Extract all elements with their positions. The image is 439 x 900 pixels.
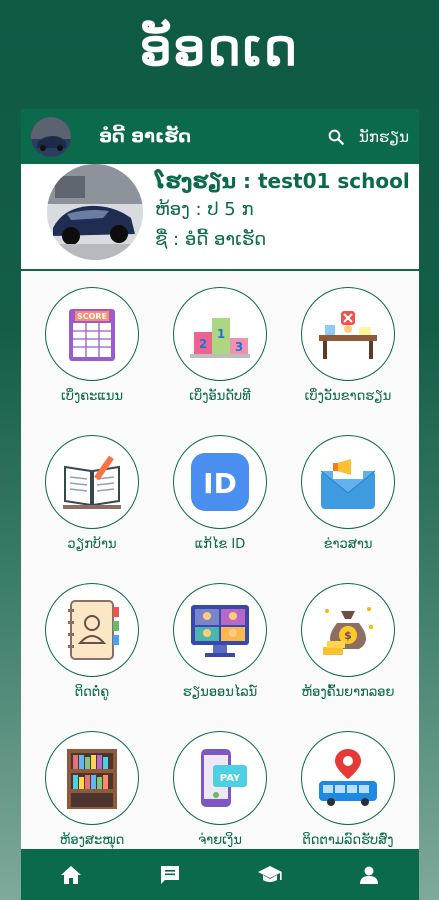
menu-item-payment[interactable]: PAY ຈ່າຍເງິນ (155, 723, 285, 863)
profile-photo (47, 164, 143, 260)
svg-text:SCORE: SCORE (77, 312, 107, 321)
phone-screen: ອໍດີ້ ອາເຮັດ ນັກຮຽນ ໂຮງຮຽນ : test01 scho… (21, 109, 419, 900)
menu-label: ຕິດຕໍ່ຄູ (74, 685, 110, 700)
menu-label: ຂ່າວສານ (323, 537, 373, 552)
profile-info: ໂຮງຮຽນ : test01 school ຫ້ອງ : ປ 5 ກ ຊື່ … (155, 167, 410, 255)
search-icon (328, 129, 344, 145)
menu-item-edit-id[interactable]: ID ແກ້ໄຂ ID (155, 427, 285, 567)
online-class-icon (173, 583, 267, 677)
graduation-cap-icon (257, 865, 282, 882)
menu-label: ຫ້ອງສະໝຸດ (59, 833, 125, 848)
menu-label: ຮຽນອອນໄລນ໌ (182, 685, 258, 700)
nav-messages[interactable] (150, 855, 190, 895)
menu-label: ຈ່າຍເງິນ (198, 833, 242, 848)
contact-book-icon (45, 583, 139, 677)
bookshelf-icon (45, 731, 139, 825)
menu-label: ຫ້ອງຄົ້ນຍາກລອຍ (301, 685, 395, 700)
menu-item-online-class[interactable]: ຮຽນອອນໄລນ໌ (155, 575, 285, 715)
bottom-nav (21, 849, 419, 900)
school-name: ໂຮງຮຽນ : test01 school (155, 169, 410, 193)
menu-label: ເບິ່ງວັນຂາດຮຽນ (304, 389, 392, 404)
search-button[interactable]: ນັກຮຽນ (327, 128, 409, 146)
menu-label: ວຽກບ້ານ (67, 537, 117, 552)
student-name: ຊື່ : ອໍດີ້ ອາເຮັດ (155, 229, 267, 250)
svg-text:PAY: PAY (220, 773, 241, 784)
nav-school[interactable] (250, 855, 290, 895)
money-bag-icon: $ (301, 583, 395, 677)
homework-book-icon (45, 435, 139, 529)
user-name: ອໍດີ້ ອາເຮັດ (99, 126, 192, 147)
hero-title: ອັອດເດ (140, 18, 299, 77)
svg-text:3: 3 (235, 340, 243, 354)
news-megaphone-icon (301, 435, 395, 529)
menu-item-scores[interactable]: SCORE ເບິ່ງຄະແນນ (27, 279, 157, 419)
bus-tracking-icon (301, 731, 395, 825)
profile-icon (360, 866, 379, 884)
svg-text:2: 2 (199, 337, 207, 351)
payment-phone-icon: PAY (173, 731, 267, 825)
svg-text:ID: ID (203, 467, 237, 500)
menu-item-news[interactable]: ຂ່າວສານ (283, 427, 413, 567)
menu-label: ແກ້ໄຂ ID (194, 537, 246, 552)
menu-label: ເບິ່ງຄະແນນ (60, 389, 124, 404)
menu-item-homework[interactable]: ວຽກບ້ານ (27, 427, 157, 567)
absent-desk-icon (301, 287, 395, 381)
menu-label: ເບິ່ງອັນດັບທີ (189, 389, 251, 404)
menu-item-contact-teacher[interactable]: ຕິດຕໍ່ຄູ (27, 575, 157, 715)
menu-item-absence[interactable]: ເບິ່ງວັນຂາດຮຽນ (283, 279, 413, 419)
podium-ranking-icon: 2 1 3 (173, 287, 267, 381)
nav-profile[interactable] (349, 855, 389, 895)
nav-home[interactable] (51, 855, 91, 895)
menu-item-ranking[interactable]: 2 1 3 ເບິ່ງອັນດັບທີ (155, 279, 285, 419)
avatar[interactable] (31, 116, 71, 157)
score-sheet-icon: SCORE (45, 287, 139, 381)
svg-text:$: $ (344, 629, 352, 642)
app-bar: ອໍດີ້ ອາເຮັດ ນັກຮຽນ (21, 109, 419, 164)
class-name: ຫ້ອງ : ປ 5 ກ (155, 199, 254, 220)
home-icon (60, 865, 81, 884)
menu-item-bus-tracking[interactable]: ຕິດຕາມລົດຮັບສົ່ງ (283, 723, 413, 863)
menu-label: ຕິດຕາມລົດຮັບສົ່ງ (302, 833, 394, 848)
svg-text:1: 1 (217, 327, 225, 341)
profile-card: ໂຮງຮຽນ : test01 school ຫ້ອງ : ປ 5 ກ ຊື່ … (21, 164, 419, 271)
menu-item-library[interactable]: ຫ້ອງສະໝຸດ (27, 723, 157, 863)
menu-item-savings[interactable]: $ ຫ້ອງຄົ້ນຍາກລອຍ (283, 575, 413, 715)
message-icon (161, 865, 180, 884)
id-badge-icon: ID (173, 435, 267, 529)
search-label: ນັກຮຽນ (358, 127, 409, 146)
